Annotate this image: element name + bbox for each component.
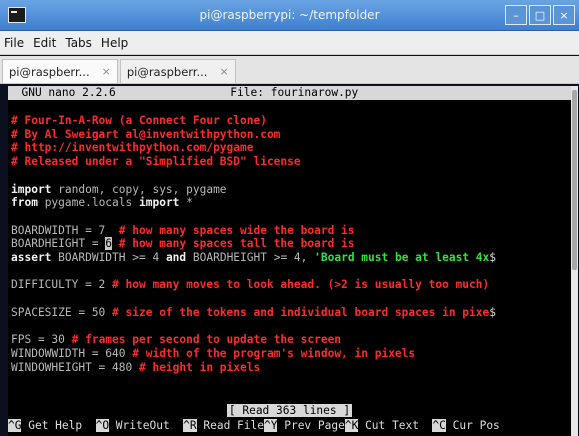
terminal-view[interactable]: GNU nano 2.2.6 File: fourinarow.py # Fou… [8,86,571,436]
nano-filename: File: fourinarow.py [230,86,359,99]
tab-terminal-2[interactable]: pi@raspberr... × [119,59,236,83]
shortcut-key: ^O [95,419,110,432]
code-line: # By Al Sweigart al@inventwithpython.com [11,127,281,141]
shortcut-key: ^K [344,419,359,432]
nano-status: [ Read 363 lines ] [226,404,353,417]
tab-bar: pi@raspberr... × pi@raspberr... × [0,56,579,84]
terminal-scrollbar[interactable] [571,86,578,436]
shortcut-label: Prev Page [277,419,345,432]
window-controls: – □ × [505,5,575,25]
nano-version: GNU nano 2.2.6 [21,86,116,99]
code-line: # Four-In-A-Row (a Connect Four clone) [11,114,267,127]
code-line: WINDOWHEIGHT = 480 # height in pixels [11,360,261,374]
nano-shortcuts: ^G Get Help ^O WriteOut ^R Read File^Y P… [8,419,500,433]
tab-label: pi@raspberr... [126,64,208,79]
shortcut-key: ^G [8,419,22,432]
code-line: assert BOARDWIDTH >= 4 and BOARDHEIGHT >… [11,251,497,264]
shortcut-label: Get Help [21,419,96,432]
title-bar: pi@raspberrypi: ~/tempfolder – □ × [0,0,579,31]
shortcut-label: WriteOut [109,419,184,432]
code-line: import random, copy, sys, pygame [11,182,227,196]
shortcut-label: Read File [196,419,264,432]
code-line: SPACESIZE = 50 # size of the tokens and … [11,305,496,319]
shortcut-key: ^R [183,419,197,432]
tab-terminal-1[interactable]: pi@raspberr... × [2,59,118,83]
nano-header: GNU nano 2.2.6 File: fourinarow.py [8,86,571,100]
code-line: DIFFICULTY = 2 # how many moves to look … [11,278,490,292]
tab-label: pi@raspberr... [9,64,90,79]
code-line: from pygame.locals import * [11,196,193,210]
close-tab-icon[interactable]: × [219,65,228,78]
scrollbar-thumb[interactable] [572,90,577,270]
maximize-button[interactable]: □ [529,5,551,25]
close-window-button[interactable]: × [553,5,575,25]
minimize-button[interactable]: – [505,5,527,25]
code-line: FPS = 30 # frames per second to update t… [11,333,342,347]
shortcut-key: ^Y [264,419,278,432]
menu-tabs[interactable]: Tabs [65,36,92,50]
shortcut-key: ^C [432,419,446,432]
code-line: BOARDWIDTH = 7 # how many spaces wide th… [11,223,355,237]
menu-help[interactable]: Help [101,36,128,50]
window-title: pi@raspberrypi: ~/tempfolder [199,8,380,22]
menu-edit[interactable]: Edit [33,36,56,50]
code-line: # Released under a "Simplified BSD" lice… [11,155,301,169]
shortcut-label: Cur Pos [445,419,500,432]
menu-file[interactable]: File [4,36,24,50]
menu-bar: File Edit Tabs Help [0,31,579,55]
code-line: WINDOWWIDTH = 640 # width of the program… [11,346,416,360]
close-tab-icon[interactable]: × [102,65,111,78]
code-line: BOARDHEIGHT = 6 # how many spaces tall t… [11,237,355,251]
shortcut-label: Cut Text [358,419,433,432]
code-line: # http://inventwithpython.com/pygame [11,141,254,155]
